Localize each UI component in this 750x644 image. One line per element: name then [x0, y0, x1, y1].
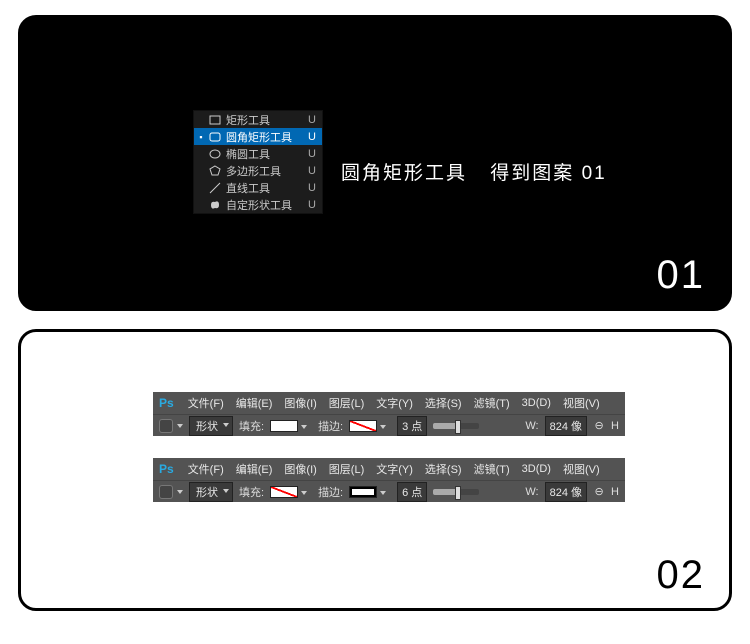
tool-preset-icon[interactable] [159, 485, 173, 499]
height-label: H [611, 420, 619, 432]
flyout-label: 圆角矩形工具 [226, 129, 302, 145]
flyout-shortcut: U [306, 165, 318, 177]
menu-image[interactable]: 图像(I) [284, 395, 316, 411]
menu-select[interactable]: 选择(S) [425, 395, 462, 411]
menu-file[interactable]: 文件(F) [188, 395, 224, 411]
stroke-slider[interactable] [433, 423, 479, 429]
flyout-label: 矩形工具 [226, 112, 302, 128]
flyout-item-line[interactable]: 直线工具 U [194, 179, 322, 196]
polygon-icon [208, 164, 222, 178]
panel-caption: 圆角矩形工具 得到图案 01 [341, 158, 607, 185]
flyout-shortcut: U [306, 199, 318, 211]
ps-logo-icon: Ps [159, 462, 174, 476]
caption-sub: 得到图案 01 [490, 163, 606, 184]
ps-options-bar: 形状 填充: 描边: 3 点 W: 824 像 ⊖ H [153, 414, 625, 436]
width-label: W: [525, 486, 538, 498]
stroke-label: 描边: [318, 484, 343, 500]
width-field[interactable]: 824 像 [545, 482, 587, 502]
panel-number: 01 [657, 253, 706, 298]
caption-main: 圆角矩形工具 [341, 163, 467, 184]
menu-image[interactable]: 图像(I) [284, 461, 316, 477]
chevron-down-icon[interactable] [177, 424, 183, 428]
menu-view[interactable]: 视图(V) [563, 461, 600, 477]
stroke-width-field[interactable]: 3 点 [397, 416, 427, 436]
ps-options-bar: 形状 填充: 描边: 6 点 W: 824 像 ⊖ H [153, 480, 625, 502]
link-icon[interactable]: ⊖ [593, 420, 605, 432]
height-label: H [611, 486, 619, 498]
menu-3d[interactable]: 3D(D) [522, 463, 551, 475]
shape-mode-dropdown[interactable]: 形状 [189, 416, 233, 436]
width-field[interactable]: 824 像 [545, 416, 587, 436]
menu-type[interactable]: 文字(Y) [376, 461, 413, 477]
menu-edit[interactable]: 编辑(E) [236, 461, 273, 477]
fill-swatch[interactable] [270, 486, 298, 498]
stroke-slider[interactable] [433, 489, 479, 495]
stroke-swatch[interactable] [349, 486, 377, 498]
stroke-swatch[interactable] [349, 420, 377, 432]
menu-layer[interactable]: 图层(L) [329, 395, 364, 411]
ps-toolbars: Ps 文件(F) 编辑(E) 图像(I) 图层(L) 文字(Y) 选择(S) 滤… [153, 392, 625, 524]
flyout-label: 椭圆工具 [226, 146, 302, 162]
rounded-rectangle-icon [208, 130, 222, 144]
custom-shape-icon [208, 198, 222, 212]
panel-number: 02 [657, 553, 706, 598]
line-icon [208, 181, 222, 195]
tool-preset-icon[interactable] [159, 419, 173, 433]
menu-filter[interactable]: 滤镜(T) [474, 461, 510, 477]
flyout-item-polygon[interactable]: 多边形工具 U [194, 162, 322, 179]
menu-3d[interactable]: 3D(D) [522, 397, 551, 409]
ps-block-2: Ps 文件(F) 编辑(E) 图像(I) 图层(L) 文字(Y) 选择(S) 滤… [153, 458, 625, 502]
menu-select[interactable]: 选择(S) [425, 461, 462, 477]
menu-filter[interactable]: 滤镜(T) [474, 395, 510, 411]
flyout-label: 直线工具 [226, 180, 302, 196]
ellipse-icon [208, 147, 222, 161]
menu-type[interactable]: 文字(Y) [376, 395, 413, 411]
shape-tool-flyout[interactable]: 矩形工具 U ▪ 圆角矩形工具 U 椭圆工具 U 多边形工具 U 直线工具 U [193, 110, 323, 214]
menu-view[interactable]: 视图(V) [563, 395, 600, 411]
flyout-shortcut: U [306, 114, 318, 126]
shape-mode-dropdown[interactable]: 形状 [189, 482, 233, 502]
flyout-item-ellipse[interactable]: 椭圆工具 U [194, 145, 322, 162]
menu-layer[interactable]: 图层(L) [329, 461, 364, 477]
stroke-label: 描边: [318, 418, 343, 434]
rectangle-icon [208, 113, 222, 127]
ps-logo-icon: Ps [159, 396, 174, 410]
panel-02: Ps 文件(F) 编辑(E) 图像(I) 图层(L) 文字(Y) 选择(S) 滤… [18, 329, 732, 611]
ps-menubar: Ps 文件(F) 编辑(E) 图像(I) 图层(L) 文字(Y) 选择(S) 滤… [153, 392, 625, 414]
width-label: W: [525, 420, 538, 432]
flyout-shortcut: U [306, 182, 318, 194]
ps-menubar: Ps 文件(F) 编辑(E) 图像(I) 图层(L) 文字(Y) 选择(S) 滤… [153, 458, 625, 480]
flyout-item-rounded-rectangle[interactable]: ▪ 圆角矩形工具 U [194, 128, 322, 145]
chevron-down-icon[interactable] [177, 490, 183, 494]
link-icon[interactable]: ⊖ [593, 486, 605, 498]
fill-swatch[interactable] [270, 420, 298, 432]
menu-edit[interactable]: 编辑(E) [236, 395, 273, 411]
flyout-item-custom-shape[interactable]: 自定形状工具 U [194, 196, 322, 213]
flyout-label: 多边形工具 [226, 163, 302, 179]
flyout-indicator: ▪ [198, 132, 204, 142]
flyout-item-rectangle[interactable]: 矩形工具 U [194, 111, 322, 128]
flyout-shortcut: U [306, 131, 318, 143]
fill-label: 填充: [239, 418, 264, 434]
flyout-shortcut: U [306, 148, 318, 160]
ps-block-1: Ps 文件(F) 编辑(E) 图像(I) 图层(L) 文字(Y) 选择(S) 滤… [153, 392, 625, 436]
fill-label: 填充: [239, 484, 264, 500]
flyout-label: 自定形状工具 [226, 197, 302, 213]
panel-01: 矩形工具 U ▪ 圆角矩形工具 U 椭圆工具 U 多边形工具 U 直线工具 U [18, 15, 732, 311]
stroke-width-field[interactable]: 6 点 [397, 482, 427, 502]
menu-file[interactable]: 文件(F) [188, 461, 224, 477]
